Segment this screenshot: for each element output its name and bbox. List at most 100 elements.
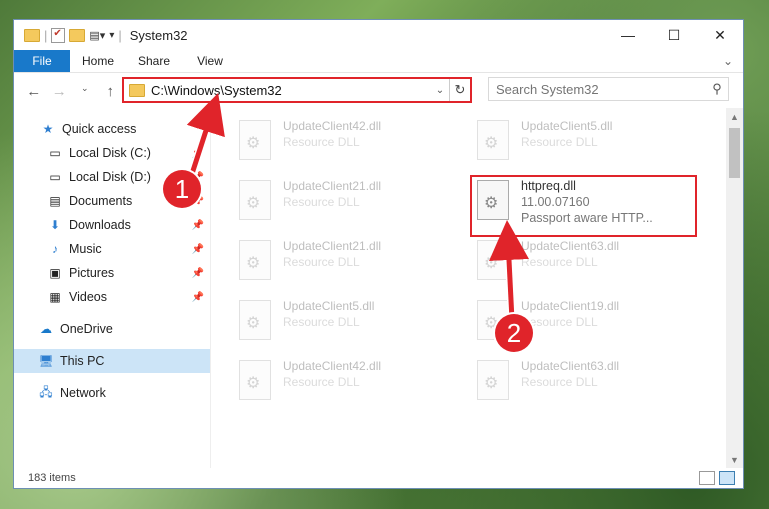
file-item[interactable]: UpdateClient63.dll Resource DLL: [477, 356, 697, 410]
dll-file-icon: [239, 300, 271, 340]
sidebar-item-label: Network: [60, 386, 106, 400]
folder-icon: [129, 83, 145, 97]
tab-home[interactable]: Home: [70, 50, 126, 72]
computer-icon: 🖥: [38, 354, 54, 368]
file-item[interactable]: UpdateClient63.dll Resource DLL: [477, 236, 697, 290]
dll-file-icon: [239, 360, 271, 400]
file-type: Resource DLL: [521, 315, 598, 329]
file-item[interactable]: UpdateClient5.dll Resource DLL: [239, 296, 459, 350]
details-view-icon[interactable]: [699, 471, 715, 485]
file-list-pane: UpdateClient42.dll Resource DLL UpdateCli…: [211, 108, 743, 468]
step-1-badge: 1: [163, 170, 201, 208]
file-type: Resource DLL: [521, 255, 598, 269]
file-item[interactable]: UpdateClient42.dll Resource DLL: [239, 116, 459, 170]
ribbon-tabs: File Home Share View ⌄: [14, 50, 743, 73]
separator: |: [118, 27, 122, 43]
search-icon[interactable]: ⚲: [706, 81, 728, 97]
scroll-down-icon[interactable]: ▼: [726, 451, 743, 468]
sidebar-item-label: Documents: [69, 194, 133, 208]
sidebar-item-label: Pictures: [69, 266, 115, 280]
sidebar-item-label: Local Disk (D:): [69, 170, 151, 184]
address-row: ← → ⌄ ↑ C:\Windows\System32 ⌄ ↻ ⚲: [14, 73, 743, 109]
file-name: UpdateClient19.dll: [521, 299, 620, 313]
search-input[interactable]: [489, 80, 706, 98]
recent-dropdown-icon[interactable]: ⌄: [75, 83, 95, 100]
sidebar-item-this-pc[interactable]: 🖥 This PC: [14, 349, 210, 373]
drive-icon: ▭: [49, 146, 61, 160]
sidebar-item-downloads[interactable]: ⬇ Downloads 📌: [14, 213, 210, 237]
item-count: 183 items: [28, 472, 76, 484]
file-name: UpdateClient63.dll: [521, 239, 620, 253]
file-type: Resource DLL: [283, 375, 360, 389]
scroll-up-icon[interactable]: ▲: [726, 108, 743, 125]
file-name: UpdateClient42.dll: [283, 119, 382, 133]
pin-icon: 📌: [191, 291, 204, 303]
forward-icon[interactable]: →: [50, 83, 70, 100]
large-icons-view-icon[interactable]: [719, 471, 735, 485]
customize-toolbar-icon[interactable]: ▤▾: [89, 29, 105, 42]
tab-view[interactable]: View: [182, 50, 238, 72]
file-type: Resource DLL: [283, 255, 360, 269]
music-icon: ♪: [52, 242, 58, 256]
sidebar-item-pictures[interactable]: ▣ Pictures 📌: [14, 261, 210, 285]
tab-share[interactable]: Share: [126, 50, 182, 72]
search-box[interactable]: ⚲: [488, 77, 729, 101]
file-name: UpdateClient63.dll: [521, 359, 620, 373]
file-item[interactable]: UpdateClient5.dll Resource DLL: [477, 116, 697, 170]
minimize-button[interactable]: —: [605, 20, 651, 50]
title-bar: | ▤▾ ▾ | System32 — ☐ ✕: [14, 20, 743, 50]
folder-icon: [24, 28, 40, 42]
documents-icon: ▤: [49, 194, 61, 208]
back-icon[interactable]: ←: [24, 83, 44, 100]
window-title: System32: [129, 27, 188, 43]
tab-file[interactable]: File: [14, 50, 70, 72]
file-name: UpdateClient5.dll: [283, 299, 375, 313]
chevron-down-icon[interactable]: ⌄: [431, 85, 449, 96]
sidebar-item-network[interactable]: 🖧 Network: [14, 381, 210, 405]
scroll-thumb[interactable]: [729, 128, 740, 178]
up-icon[interactable]: ↑: [101, 83, 121, 100]
navigation-pane: ★ Quick access ▭ Local Disk (C:) 📌 ▭ Loc…: [14, 108, 211, 468]
status-bar: 183 items: [14, 468, 743, 488]
pin-icon: 📌: [191, 219, 204, 231]
file-type: Resource DLL: [521, 135, 598, 149]
dll-file-icon: [477, 240, 509, 280]
toolbar-dropdown-icon[interactable]: ▾: [109, 30, 114, 41]
pin-icon: 📌: [191, 243, 204, 255]
file-name: UpdateClient5.dll: [521, 119, 613, 133]
dll-file-icon: [477, 360, 509, 400]
dll-file-icon: [239, 180, 271, 220]
star-icon: ★: [42, 122, 54, 136]
sidebar-item-label: OneDrive: [60, 322, 113, 336]
file-type: Resource DLL: [521, 375, 598, 389]
file-type: Resource DLL: [283, 315, 360, 329]
cloud-icon: ☁: [40, 322, 52, 336]
network-icon: 🖧: [39, 384, 53, 399]
sidebar-item-music[interactable]: ♪ Music 📌: [14, 237, 210, 261]
vertical-scrollbar[interactable]: ▲ ▼: [726, 108, 743, 468]
refresh-icon[interactable]: ↻: [449, 79, 470, 101]
file-item[interactable]: UpdateClient21.dll Resource DLL: [239, 236, 459, 290]
file-type: Resource DLL: [283, 195, 360, 209]
expand-ribbon-icon[interactable]: ⌄: [713, 50, 743, 72]
sidebar-item-label: Local Disk (C:): [69, 146, 151, 160]
maximize-button[interactable]: ☐: [651, 20, 697, 50]
file-item[interactable]: UpdateClient21.dll Resource DLL: [239, 176, 459, 230]
sidebar-item-label: Videos: [69, 290, 107, 304]
sidebar-item-onedrive[interactable]: ☁ OneDrive: [14, 317, 210, 341]
address-bar[interactable]: C:\Windows\System32 ⌄ ↻: [122, 77, 472, 103]
quick-access-toolbar: | ▤▾ ▾ |: [14, 27, 122, 43]
sidebar-item-videos[interactable]: ▦ Videos 📌: [14, 285, 210, 309]
file-name: UpdateClient21.dll: [283, 179, 382, 193]
close-button[interactable]: ✕: [697, 20, 743, 50]
dll-file-icon: [239, 240, 271, 280]
sidebar-item-quick-access[interactable]: ★ Quick access: [14, 117, 210, 141]
address-path[interactable]: C:\Windows\System32: [151, 83, 431, 98]
sidebar-item-label: Music: [69, 242, 102, 256]
new-folder-icon[interactable]: [69, 28, 86, 42]
dll-file-icon: [477, 120, 509, 160]
sidebar-item-local-disk-c[interactable]: ▭ Local Disk (C:) 📌: [14, 141, 210, 165]
file-item[interactable]: UpdateClient42.dll Resource DLL: [239, 356, 459, 410]
properties-icon[interactable]: [51, 27, 66, 43]
sidebar-item-label: Downloads: [69, 218, 131, 232]
